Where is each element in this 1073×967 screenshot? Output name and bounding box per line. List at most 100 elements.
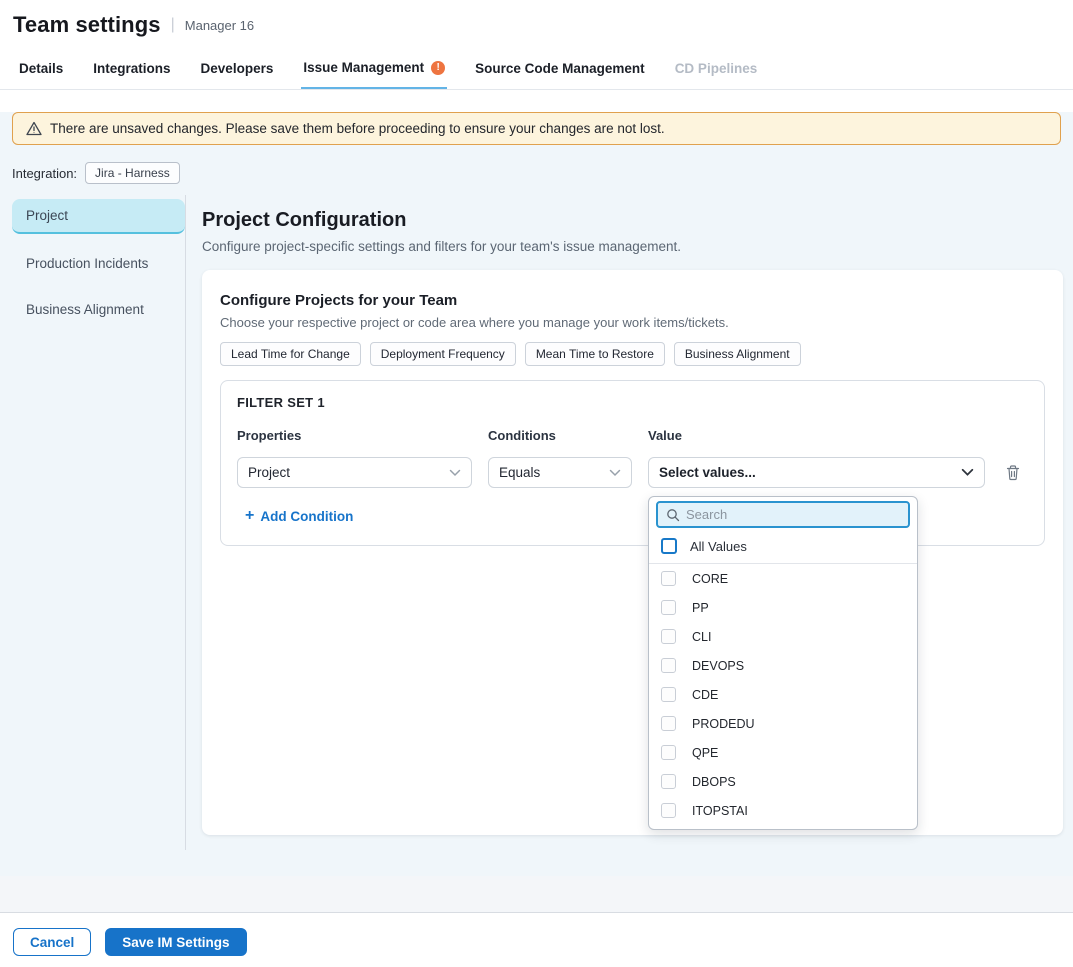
properties-select[interactable]: Project xyxy=(237,457,472,488)
option-checkbox[interactable] xyxy=(661,774,676,789)
option-label: CLI xyxy=(692,630,711,644)
tab-label: Details xyxy=(19,61,63,76)
team-name: Manager 16 xyxy=(185,18,254,33)
conditions-select[interactable]: Equals xyxy=(488,457,632,488)
all-values-option[interactable]: All Values xyxy=(649,528,917,564)
conditions-select-value: Equals xyxy=(499,465,540,480)
sidebar-item-label: Business Alignment xyxy=(26,302,144,317)
sidebar-item-business-alignment[interactable]: Business Alignment xyxy=(12,293,185,326)
option-prodedu[interactable]: PRODEDU xyxy=(649,709,917,738)
section-title: Project Configuration xyxy=(202,209,1063,232)
unsaved-changes-banner: There are unsaved changes. Please save t… xyxy=(12,112,1061,145)
footer-bar: Cancel Save IM Settings xyxy=(0,912,1073,967)
settings-sidebar: Project Production Incidents Business Al… xyxy=(0,195,186,850)
option-label: CDE xyxy=(692,688,718,702)
filter-set-title: FILTER SET 1 xyxy=(237,395,1028,410)
project-config-card: Configure Projects for your Team Choose … xyxy=(202,270,1063,835)
footer-spacer xyxy=(0,876,1073,912)
card-subtitle: Choose your respective project or code a… xyxy=(220,315,1045,330)
option-cde[interactable]: CDE xyxy=(649,680,917,709)
option-label: QPE xyxy=(692,746,718,760)
option-devops[interactable]: DEVOPS xyxy=(649,651,917,680)
option-checkbox[interactable] xyxy=(661,745,676,760)
option-dbops[interactable]: DBOPS xyxy=(649,767,917,796)
add-condition-button[interactable]: + Add Condition xyxy=(245,508,353,524)
properties-select-value: Project xyxy=(248,465,290,480)
filter-set-1: FILTER SET 1 Properties Conditions Value… xyxy=(220,380,1045,546)
plus-icon: + xyxy=(245,508,254,524)
main-panel: Project Configuration Configure project-… xyxy=(186,195,1073,850)
sidebar-item-label: Production Incidents xyxy=(26,256,148,271)
option-label: ITOPSTAI xyxy=(692,804,748,818)
chevron-down-icon xyxy=(609,469,621,477)
warning-triangle-icon xyxy=(26,121,42,136)
page-title: Team settings xyxy=(13,12,161,38)
chip-business-alignment[interactable]: Business Alignment xyxy=(674,342,801,366)
properties-header: Properties xyxy=(237,428,472,443)
option-core[interactable]: CORE xyxy=(649,564,917,593)
warning-badge-icon: ! xyxy=(431,61,445,75)
option-label: CORE xyxy=(692,572,728,586)
all-values-checkbox[interactable] xyxy=(661,538,677,554)
search-icon xyxy=(666,508,680,522)
sidebar-item-label: Project xyxy=(26,208,68,223)
value-header: Value xyxy=(648,428,985,443)
card-title: Configure Projects for your Team xyxy=(220,292,1045,309)
page-header: Team settings | Manager 16 xyxy=(0,0,1073,48)
tab-label: Integrations xyxy=(93,61,170,76)
integration-label: Integration: xyxy=(12,166,77,181)
tab-cd-pipelines: CD Pipelines xyxy=(673,48,760,89)
dropdown-search-box xyxy=(656,501,910,528)
option-checkbox[interactable] xyxy=(661,716,676,731)
option-checkbox[interactable] xyxy=(661,629,676,644)
sidebar-item-project[interactable]: Project xyxy=(12,199,185,234)
option-checkbox[interactable] xyxy=(661,687,676,702)
chip-lead-time-for-change[interactable]: Lead Time for Change xyxy=(220,342,361,366)
metric-chips: Lead Time for Change Deployment Frequenc… xyxy=(220,342,1045,366)
option-label: PRODEDU xyxy=(692,717,755,731)
delete-condition-button[interactable] xyxy=(1005,464,1021,481)
option-checkbox[interactable] xyxy=(661,803,676,818)
option-checkbox[interactable] xyxy=(661,600,676,615)
title-separator: | xyxy=(171,16,175,34)
tab-label: CD Pipelines xyxy=(675,61,758,76)
add-condition-label: Add Condition xyxy=(260,509,353,524)
option-label: PP xyxy=(692,601,709,615)
tab-label: Developers xyxy=(201,61,274,76)
chevron-down-icon xyxy=(961,468,974,477)
tab-label: Issue Management xyxy=(303,60,424,75)
all-values-label: All Values xyxy=(690,539,747,554)
integration-row: Integration: Jira - Harness xyxy=(12,162,1061,184)
value-multiselect[interactable]: Select values... xyxy=(648,457,985,488)
trash-icon xyxy=(1005,464,1021,481)
value-dropdown-panel: All Values CORE PP xyxy=(648,496,918,830)
tab-label: Source Code Management xyxy=(475,61,645,76)
option-label: DBOPS xyxy=(692,775,736,789)
value-select-placeholder: Select values... xyxy=(659,465,756,480)
integration-chip[interactable]: Jira - Harness xyxy=(85,162,180,184)
option-cli[interactable]: CLI xyxy=(649,622,917,651)
tab-source-code-management[interactable]: Source Code Management xyxy=(473,48,647,89)
sidebar-item-production-incidents[interactable]: Production Incidents xyxy=(12,247,185,280)
cancel-button[interactable]: Cancel xyxy=(13,928,91,956)
save-im-settings-button[interactable]: Save IM Settings xyxy=(105,928,246,956)
option-pp[interactable]: PP xyxy=(649,593,917,622)
tab-details[interactable]: Details xyxy=(17,48,65,89)
option-itopstai[interactable]: ITOPSTAI xyxy=(649,796,917,825)
tab-issue-management[interactable]: Issue Management ! xyxy=(301,48,447,89)
option-pipe[interactable]: PIPE xyxy=(649,825,917,830)
content-columns: Project Production Incidents Business Al… xyxy=(0,195,1073,850)
condition-row: Project Equals Select valu xyxy=(237,457,1028,488)
search-input[interactable] xyxy=(686,507,900,522)
tab-integrations[interactable]: Integrations xyxy=(91,48,172,89)
chip-mean-time-to-restore[interactable]: Mean Time to Restore xyxy=(525,342,665,366)
option-qpe[interactable]: QPE xyxy=(649,738,917,767)
option-label: DEVOPS xyxy=(692,659,744,673)
option-checkbox[interactable] xyxy=(661,658,676,673)
conditions-header: Conditions xyxy=(488,428,632,443)
tab-developers[interactable]: Developers xyxy=(199,48,276,89)
chip-deployment-frequency[interactable]: Deployment Frequency xyxy=(370,342,516,366)
banner-text: There are unsaved changes. Please save t… xyxy=(50,121,665,136)
condition-headers: Properties Conditions Value xyxy=(237,428,1028,443)
option-checkbox[interactable] xyxy=(661,571,676,586)
